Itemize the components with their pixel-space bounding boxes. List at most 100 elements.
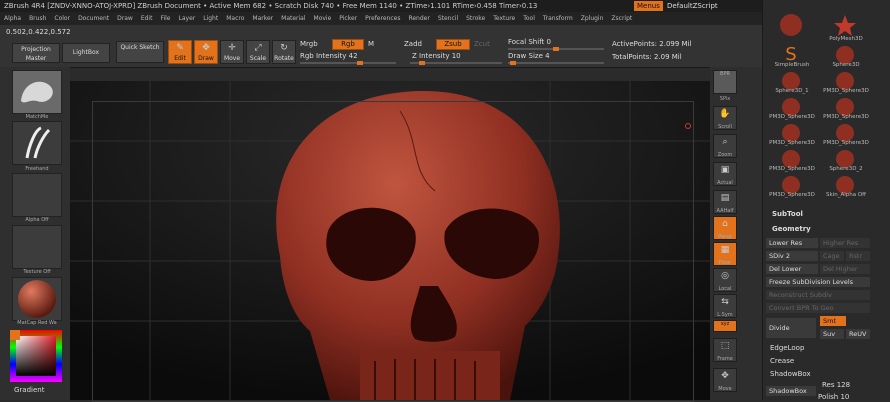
draw-size-slider[interactable] [508,61,604,65]
texture-thumbnail[interactable] [12,225,62,269]
stroke-label: Freehand [25,166,49,172]
mrgb-button[interactable]: Mrgb [300,40,318,48]
zoom-label: Zoom [717,152,733,158]
material-thumbnail[interactable] [12,277,62,321]
polymesh-star-icon [834,15,856,36]
menu-zplugin[interactable]: Zplugin [581,15,604,22]
reuv-button[interactable]: ReUV [846,329,870,339]
bpr-button[interactable]: BPR [713,70,737,94]
brush-thumbnail[interactable] [12,70,62,114]
menu-texture[interactable]: Texture [493,15,515,22]
quick-sketch-button[interactable]: Quick Sketch [116,41,164,63]
tool-polymesh3d[interactable] [830,12,860,38]
menu-alpha[interactable]: Alpha [4,15,21,22]
menu-movie[interactable]: Movie [314,15,332,22]
rgb-button[interactable]: Rgb [332,39,364,50]
z-intensity-knob[interactable] [419,61,425,65]
menu-draw[interactable]: Draw [117,15,133,22]
menu-light[interactable]: Light [203,15,218,22]
smt-toggle[interactable]: Smt [820,316,846,326]
title-text: ZBrush 4R4 [ZNDV-XNNO-ATOJ-XPRD] ZBrush … [4,2,538,10]
menu-file[interactable]: File [160,15,170,22]
menus-button[interactable]: Menus [634,1,663,11]
default-zscript-button[interactable]: DefaultZScript [664,1,721,11]
draw-icon: ✥ [202,43,210,53]
crease-header[interactable]: Crease [770,357,794,365]
menu-bar: Alpha Brush Color Document Draw Edit File Layer… [0,12,890,25]
gradient-label: Gradient [14,386,45,394]
lsym-icon: ⇆ [721,297,729,307]
projection-master-button[interactable]: Projection Master [12,43,60,63]
scale-button[interactable]: ⤢ Scale [246,40,270,64]
draw-button[interactable]: ✥ Draw [194,40,218,64]
menu-document[interactable]: Document [78,15,109,22]
pivot-marker-icon [685,123,691,129]
m-button[interactable]: M [368,40,374,48]
res-slider[interactable]: Res 128 [822,381,850,389]
zcut-button[interactable]: Zcut [474,40,490,48]
alpha-thumbnail[interactable] [12,173,62,217]
del-higher-button[interactable]: Del Higher [820,264,870,274]
z-intensity-slider[interactable] [410,61,502,65]
color-picker[interactable] [10,330,62,382]
xyz-button[interactable]: xyz [713,320,737,332]
rotate-icon: ↻ [280,43,288,53]
menu-stencil[interactable]: Stencil [438,15,458,22]
freeze-subdivision-button[interactable]: Freeze SubDivision Levels [766,277,870,287]
divide-button[interactable]: Divide [766,318,816,338]
local-label: Local [718,286,732,292]
menu-marker[interactable]: Marker [252,15,273,22]
menu-layer[interactable]: Layer [179,15,196,22]
menu-picker[interactable]: Picker [339,15,357,22]
menu-edit[interactable]: Edit [141,15,153,22]
rstr-button[interactable]: Rstr [846,251,870,261]
menu-transform[interactable]: Transform [543,15,573,22]
menu-zscript[interactable]: Zscript [611,15,632,22]
rgb-intensity-knob[interactable] [357,61,363,65]
tool-skin-alpha-label: Skin_Alpha Off [826,192,866,198]
zsub-button[interactable]: Zsub [436,39,470,50]
focal-shift-slider[interactable] [508,47,604,51]
rgb-intensity-slider[interactable] [300,61,396,65]
color-picker-icon [10,330,62,382]
menu-preferences[interactable]: Preferences [365,15,400,22]
tool-skull[interactable] [776,12,806,38]
shadowbox-button[interactable]: ShadowBox [766,386,816,396]
stroke-icon [25,126,51,159]
convert-bpr-button[interactable]: Convert BPR To Geo [766,303,870,313]
subtool-header[interactable]: SubTool [772,210,803,218]
menu-color[interactable]: Color [54,15,70,22]
draw-size-knob[interactable] [510,61,516,65]
menu-stroke[interactable]: Stroke [466,15,485,22]
shadowbox-header[interactable]: ShadowBox [770,370,811,378]
edit-icon: ✎ [176,43,184,53]
draw-size-label: Draw Size 4 [508,52,550,60]
sdiv-slider[interactable]: SDiv 2 [766,251,818,261]
menu-tool[interactable]: Tool [523,15,535,22]
focal-shift-knob[interactable] [553,47,559,51]
rotate-button[interactable]: ↻ Rotate [272,40,296,64]
del-lower-button[interactable]: Del Lower [766,264,818,274]
lower-res-button[interactable]: Lower Res [766,238,818,248]
menu-macro[interactable]: Macro [226,15,244,22]
geometry-header[interactable]: Geometry [772,225,811,233]
move-icon: ✛ [228,43,236,53]
hand-icon: ✋ [719,109,731,119]
menu-render[interactable]: Render [408,15,429,22]
stroke-thumbnail[interactable] [12,121,62,165]
lightbox-button[interactable]: LightBox [62,43,110,63]
document-frame [92,101,694,402]
cage-button[interactable]: Cage [820,251,844,261]
material-sphere-icon [18,280,56,318]
suv-toggle[interactable]: Suv [820,329,844,339]
edgeloop-header[interactable]: EdgeLoop [770,344,804,352]
zadd-button[interactable]: Zadd [404,40,422,48]
higher-res-button[interactable]: Higher Res [820,238,870,248]
menu-material[interactable]: Material [281,15,305,22]
reconstruct-subdiv-button[interactable]: Reconstruct Subdiv [766,290,870,300]
edit-button[interactable]: ✎ Edit [168,40,192,64]
focal-shift-label: Focal Shift 0 [508,38,551,46]
move-view-label: Move [718,386,732,392]
move-button[interactable]: ✛ Move [220,40,244,64]
menu-brush[interactable]: Brush [29,15,46,22]
